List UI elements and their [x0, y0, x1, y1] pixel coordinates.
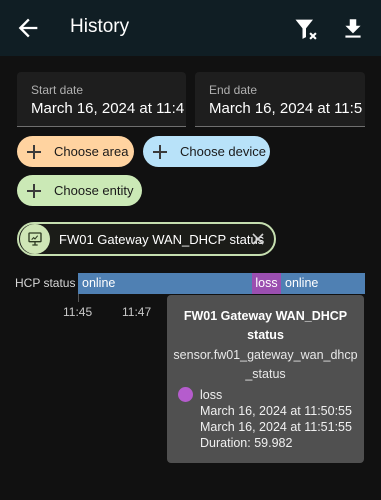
timeline-segment-online[interactable]: online	[78, 273, 252, 294]
plus-icon	[27, 183, 41, 198]
state-color-dot	[178, 387, 193, 402]
selected-entity-chip[interactable]: FW01 Gateway WAN_DHCP status	[17, 222, 276, 256]
choose-area-button[interactable]: Choose area	[17, 136, 134, 167]
timeline-segment-online[interactable]: online	[281, 273, 365, 294]
app-bar: History	[0, 0, 381, 56]
timeline-segment-loss[interactable]: loss	[252, 273, 281, 294]
monitor-icon	[28, 232, 42, 246]
axis-tick-label: 11:47	[122, 305, 152, 319]
start-date-field[interactable]: Start date March 16, 2024 at 11:4	[17, 72, 186, 127]
tooltip-start-time: March 16, 2024 at 11:50:55	[200, 404, 352, 418]
choose-area-label: Choose area	[54, 144, 129, 159]
axis-tick-line	[78, 294, 79, 302]
download-icon[interactable]	[340, 15, 366, 43]
tooltip-state: loss	[200, 388, 223, 402]
page-title: History	[70, 16, 130, 37]
entity-icon-badge	[20, 224, 50, 254]
tooltip-title-line: FW01 Gateway WAN_DHCP	[183, 309, 348, 323]
end-date-value: March 16, 2024 at 11:5	[209, 100, 363, 117]
filter-remove-icon[interactable]	[292, 15, 320, 43]
tooltip-entity-line: sensor.fw01_gateway_wan_dhcp	[173, 348, 358, 362]
axis-tick-label: 11:45	[63, 305, 93, 319]
remove-entity-icon[interactable]	[251, 232, 265, 246]
tooltip-title-line: status	[247, 328, 284, 342]
choose-entity-label: Choose entity	[54, 183, 134, 198]
start-date-value: March 16, 2024 at 11:4	[31, 100, 185, 117]
choose-device-button[interactable]: Choose device	[143, 136, 270, 167]
start-date-label: Start date	[31, 83, 84, 97]
timeline-row-label: HCP status	[15, 276, 76, 290]
tooltip-entity-id: sensor.fw01_gateway_wan_dhcp _status	[167, 346, 364, 384]
end-date-label: End date	[209, 83, 258, 97]
tooltip-entity-line: _status	[245, 367, 286, 381]
choose-entity-button[interactable]: Choose entity	[17, 175, 142, 206]
tooltip-end-time: March 16, 2024 at 11:51:55	[200, 420, 352, 434]
back-arrow-icon[interactable]	[14, 14, 42, 42]
tooltip-title: FW01 Gateway WAN_DHCP status	[167, 307, 364, 345]
tooltip-duration: Duration: 59.982	[200, 436, 293, 450]
plus-icon	[27, 144, 41, 159]
plus-icon	[153, 144, 167, 159]
selected-entity-label: FW01 Gateway WAN_DHCP status	[59, 231, 265, 247]
end-date-field[interactable]: End date March 16, 2024 at 11:5	[195, 72, 365, 127]
timeline-tooltip: FW01 Gateway WAN_DHCP status sensor.fw01…	[167, 295, 364, 463]
choose-device-label: Choose device	[180, 144, 266, 159]
